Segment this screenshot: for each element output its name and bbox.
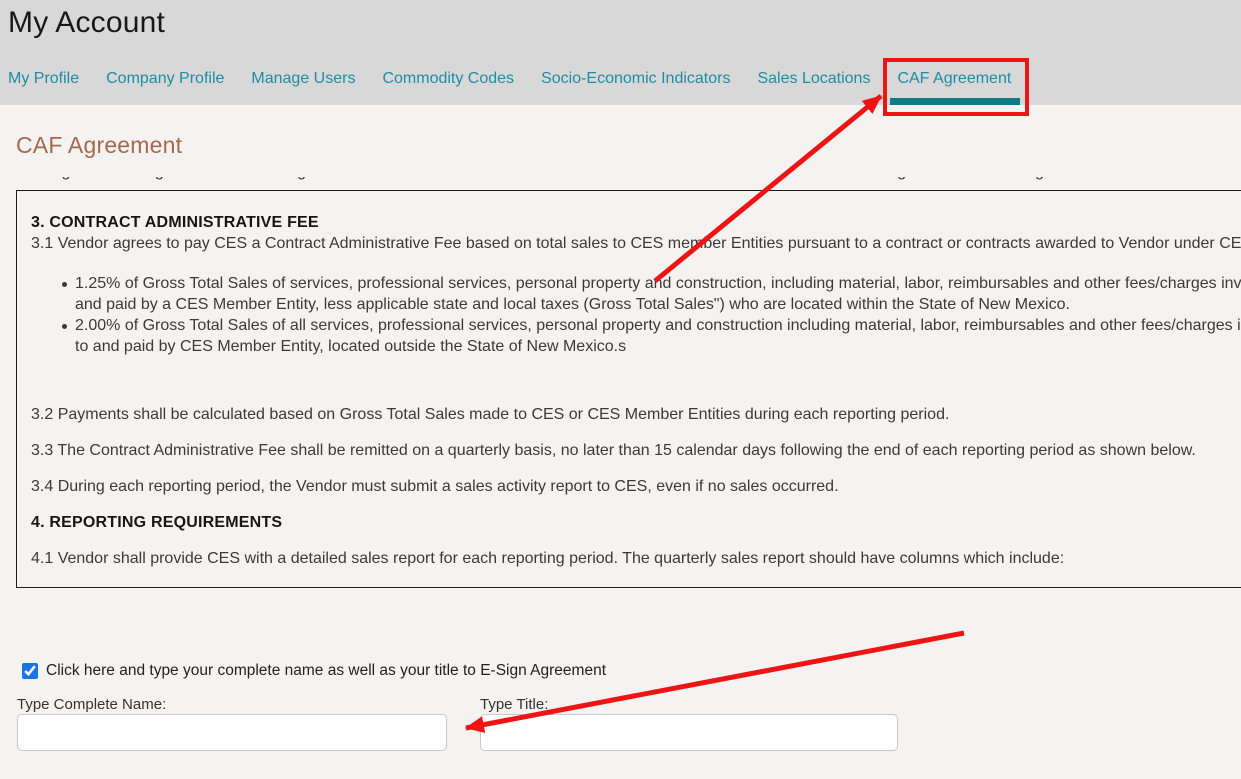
agreement-paragraph-3-2: 3.2 Payments shall be calculated based o… xyxy=(31,404,1241,425)
tab-commodity-codes[interactable]: Commodity Codes xyxy=(382,70,514,89)
complete-name-label: Type Complete Name: xyxy=(17,696,166,713)
agreement-bullet-2-line-1: 2.00% of Gross Total Sales of all servic… xyxy=(31,315,1241,336)
title-input[interactable] xyxy=(480,714,898,751)
agreement-section-4-heading: 4. REPORTING REQUIREMENTS xyxy=(31,512,1241,533)
esign-checkbox[interactable] xyxy=(22,663,38,679)
agreement-section-3-heading: 3. CONTRACT ADMINISTRATIVE FEE xyxy=(31,212,1241,233)
tab-company-profile[interactable]: Company Profile xyxy=(106,70,224,89)
tab-manage-users[interactable]: Manage Users xyxy=(251,70,355,89)
annotation-rectangle xyxy=(883,58,1029,116)
agreement-paragraph-3-4: 3.4 During each reporting period, the Ve… xyxy=(31,476,1241,497)
agreement-paragraph-3-3: 3.3 The Contract Administrative Fee shal… xyxy=(31,440,1241,461)
page-title: My Account xyxy=(8,6,165,40)
clipped-text-line: g g g g xyxy=(17,177,1137,185)
agreement-paragraph-4-1: 4.1 Vendor shall provide CES with a deta… xyxy=(31,548,1241,569)
tab-my-profile[interactable]: My Profile xyxy=(8,70,79,89)
agreement-bullet-2-line-2: to and paid by CES Member Entity, locate… xyxy=(31,336,1241,357)
caf-agreement-heading: CAF Agreement xyxy=(16,132,182,159)
agreement-paragraph-3-1: 3.1 Vendor agrees to pay CES a Contract … xyxy=(31,233,1241,254)
tab-caf-agreement[interactable]: CAF Agreement xyxy=(897,70,1011,89)
my-account-page: My Account My Profile Company Profile Ma… xyxy=(0,0,1241,779)
tab-socio-economic-indicators[interactable]: Socio-Economic Indicators xyxy=(541,70,730,89)
account-tab-bar: My Profile Company Profile Manage Users … xyxy=(8,70,1011,89)
title-label: Type Title: xyxy=(480,696,548,713)
agreement-bullet-1-line-2: and paid by a CES Member Entity, less ap… xyxy=(31,294,1241,315)
top-header-bar xyxy=(0,0,1241,105)
agreement-bullet-1-line-1: 1.25% of Gross Total Sales of services, … xyxy=(31,273,1241,294)
esign-checkbox-row: Click here and type your complete name a… xyxy=(22,662,606,680)
tab-sales-locations[interactable]: Sales Locations xyxy=(757,70,870,89)
complete-name-input[interactable] xyxy=(17,714,447,751)
esign-checkbox-label[interactable]: Click here and type your complete name a… xyxy=(46,662,606,680)
agreement-scroll-box[interactable]: 3. CONTRACT ADMINISTRATIVE FEE 3.1 Vendo… xyxy=(16,190,1241,588)
